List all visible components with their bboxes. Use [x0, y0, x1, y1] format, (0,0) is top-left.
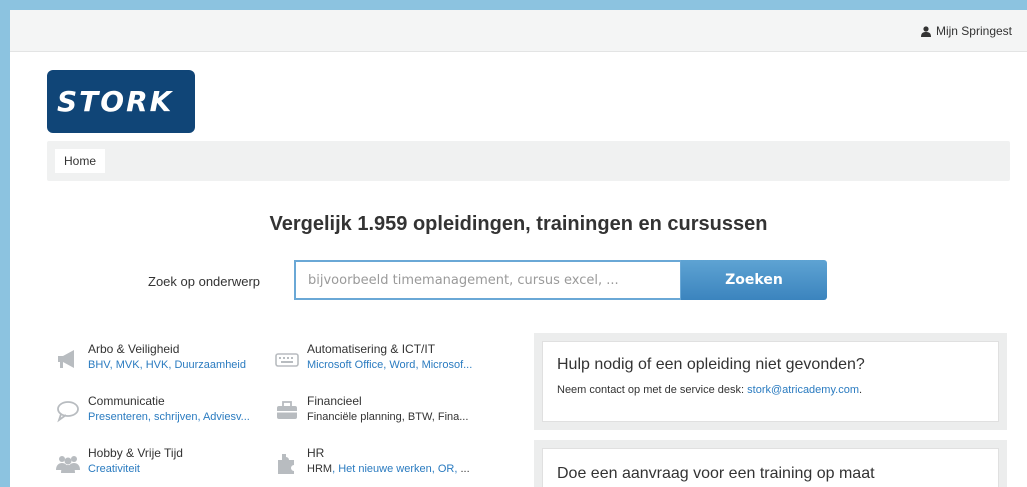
speech-bubble-icon	[57, 401, 79, 423]
stork-logo[interactable]: STORK	[47, 70, 195, 133]
category-link[interactable]: HVK	[146, 359, 169, 371]
category-plain-text: Financiële planning, BTW, Fina...	[307, 411, 469, 423]
help-panel: Hulp nodig of een opleiding niet gevonde…	[534, 333, 1007, 430]
category-links: Presenteren, schrijven, Adviesv...	[88, 411, 250, 423]
keyboard-icon	[275, 353, 299, 367]
category-ellipsis: ...	[460, 463, 470, 475]
page-frame: Mijn Springest STORK Home Vergelijk 1.95…	[10, 10, 1027, 487]
top-bar: Mijn Springest	[10, 10, 1027, 52]
category-title: Communicatie	[88, 394, 165, 408]
category-links: BHV, MVK, HVK, Duurzaamheid	[88, 359, 246, 371]
breadcrumb: Home	[47, 141, 1010, 181]
category-link[interactable]: BHV	[88, 359, 110, 371]
category-link[interactable]: Word	[389, 359, 415, 371]
logo-text: STORK	[57, 85, 174, 118]
category-link[interactable]: Adviesv...	[203, 411, 250, 423]
group-icon	[56, 456, 80, 473]
request-panel-title[interactable]: Doe een aanvraag voor een training op ma…	[557, 465, 984, 483]
search-input[interactable]	[294, 260, 682, 300]
category-link[interactable]: Presenteren, schrijven	[88, 411, 197, 423]
page-title: Vergelijk 1.959 opleidingen, trainingen …	[269, 213, 768, 235]
help-text-prefix: Neem contact op met de service desk:	[557, 384, 745, 396]
category-link[interactable]: Microsoft Office	[307, 359, 383, 371]
megaphone-icon	[58, 350, 74, 368]
account-link[interactable]: Mijn Springest	[920, 24, 1012, 38]
request-panel-inner: Doe een aanvraag voor een training op ma…	[542, 448, 999, 487]
category-hobby[interactable]: Hobby & Vrije Tijd Creativiteit	[55, 444, 265, 484]
category-link[interactable]: Microsof...	[422, 359, 473, 371]
category-automatisering[interactable]: Automatisering & ICT/IT Microsoft Office…	[274, 340, 484, 380]
category-links: Creativiteit	[88, 463, 140, 475]
category-link[interactable]: Creativiteit	[88, 463, 140, 475]
category-title: Arbo & Veiligheid	[88, 342, 180, 356]
category-link[interactable]: OR	[438, 463, 455, 475]
category-links: Microsoft Office, Word, Microsof...	[307, 359, 473, 371]
puzzle-icon	[278, 454, 294, 474]
help-panel-title: Hulp nodig of een opleiding niet gevonde…	[557, 356, 865, 373]
request-panel: Doe een aanvraag voor een training op ma…	[534, 440, 1007, 487]
category-title: Hobby & Vrije Tijd	[88, 446, 183, 460]
category-link[interactable]: MVK	[116, 359, 140, 371]
help-text-suffix: .	[858, 384, 863, 396]
service-desk-email-link[interactable]: stork@atricademy.com	[747, 384, 859, 396]
category-title: Automatisering & ICT/IT	[307, 342, 436, 356]
category-hr[interactable]: HR HRM, Het nieuwe werken, OR, ...	[274, 444, 484, 484]
category-links: Financiële planning, BTW, Fina...	[307, 411, 468, 423]
help-panel-text: Neem contact op met de service desk: sto…	[557, 384, 984, 396]
category-link[interactable]: Duurzaamheid	[174, 359, 246, 371]
search-label: Zoek op onderwerp	[148, 274, 261, 289]
category-link[interactable]: Het nieuwe werken	[338, 463, 432, 475]
user-icon	[920, 25, 931, 37]
account-label: Mijn Springest	[935, 24, 1012, 38]
help-panel-inner: Hulp nodig of een opleiding niet gevonde…	[542, 341, 999, 422]
category-title: Financieel	[307, 394, 362, 408]
category-title: HR	[307, 446, 325, 460]
category-arbo[interactable]: Arbo & Veiligheid BHV, MVK, HVK, Duurzaa…	[55, 340, 265, 380]
breadcrumb-home[interactable]: Home	[55, 149, 106, 173]
category-plain-text: HRM	[307, 463, 333, 475]
briefcase-icon	[277, 401, 297, 419]
category-communicatie[interactable]: Communicatie Presenteren, schrijven, Adv…	[55, 392, 265, 432]
category-links: HRM, Het nieuwe werken, OR, ...	[307, 463, 470, 475]
search-button[interactable]: Zoeken	[681, 260, 827, 300]
category-financieel[interactable]: Financieel Financiële planning, BTW, Fin…	[274, 392, 484, 432]
